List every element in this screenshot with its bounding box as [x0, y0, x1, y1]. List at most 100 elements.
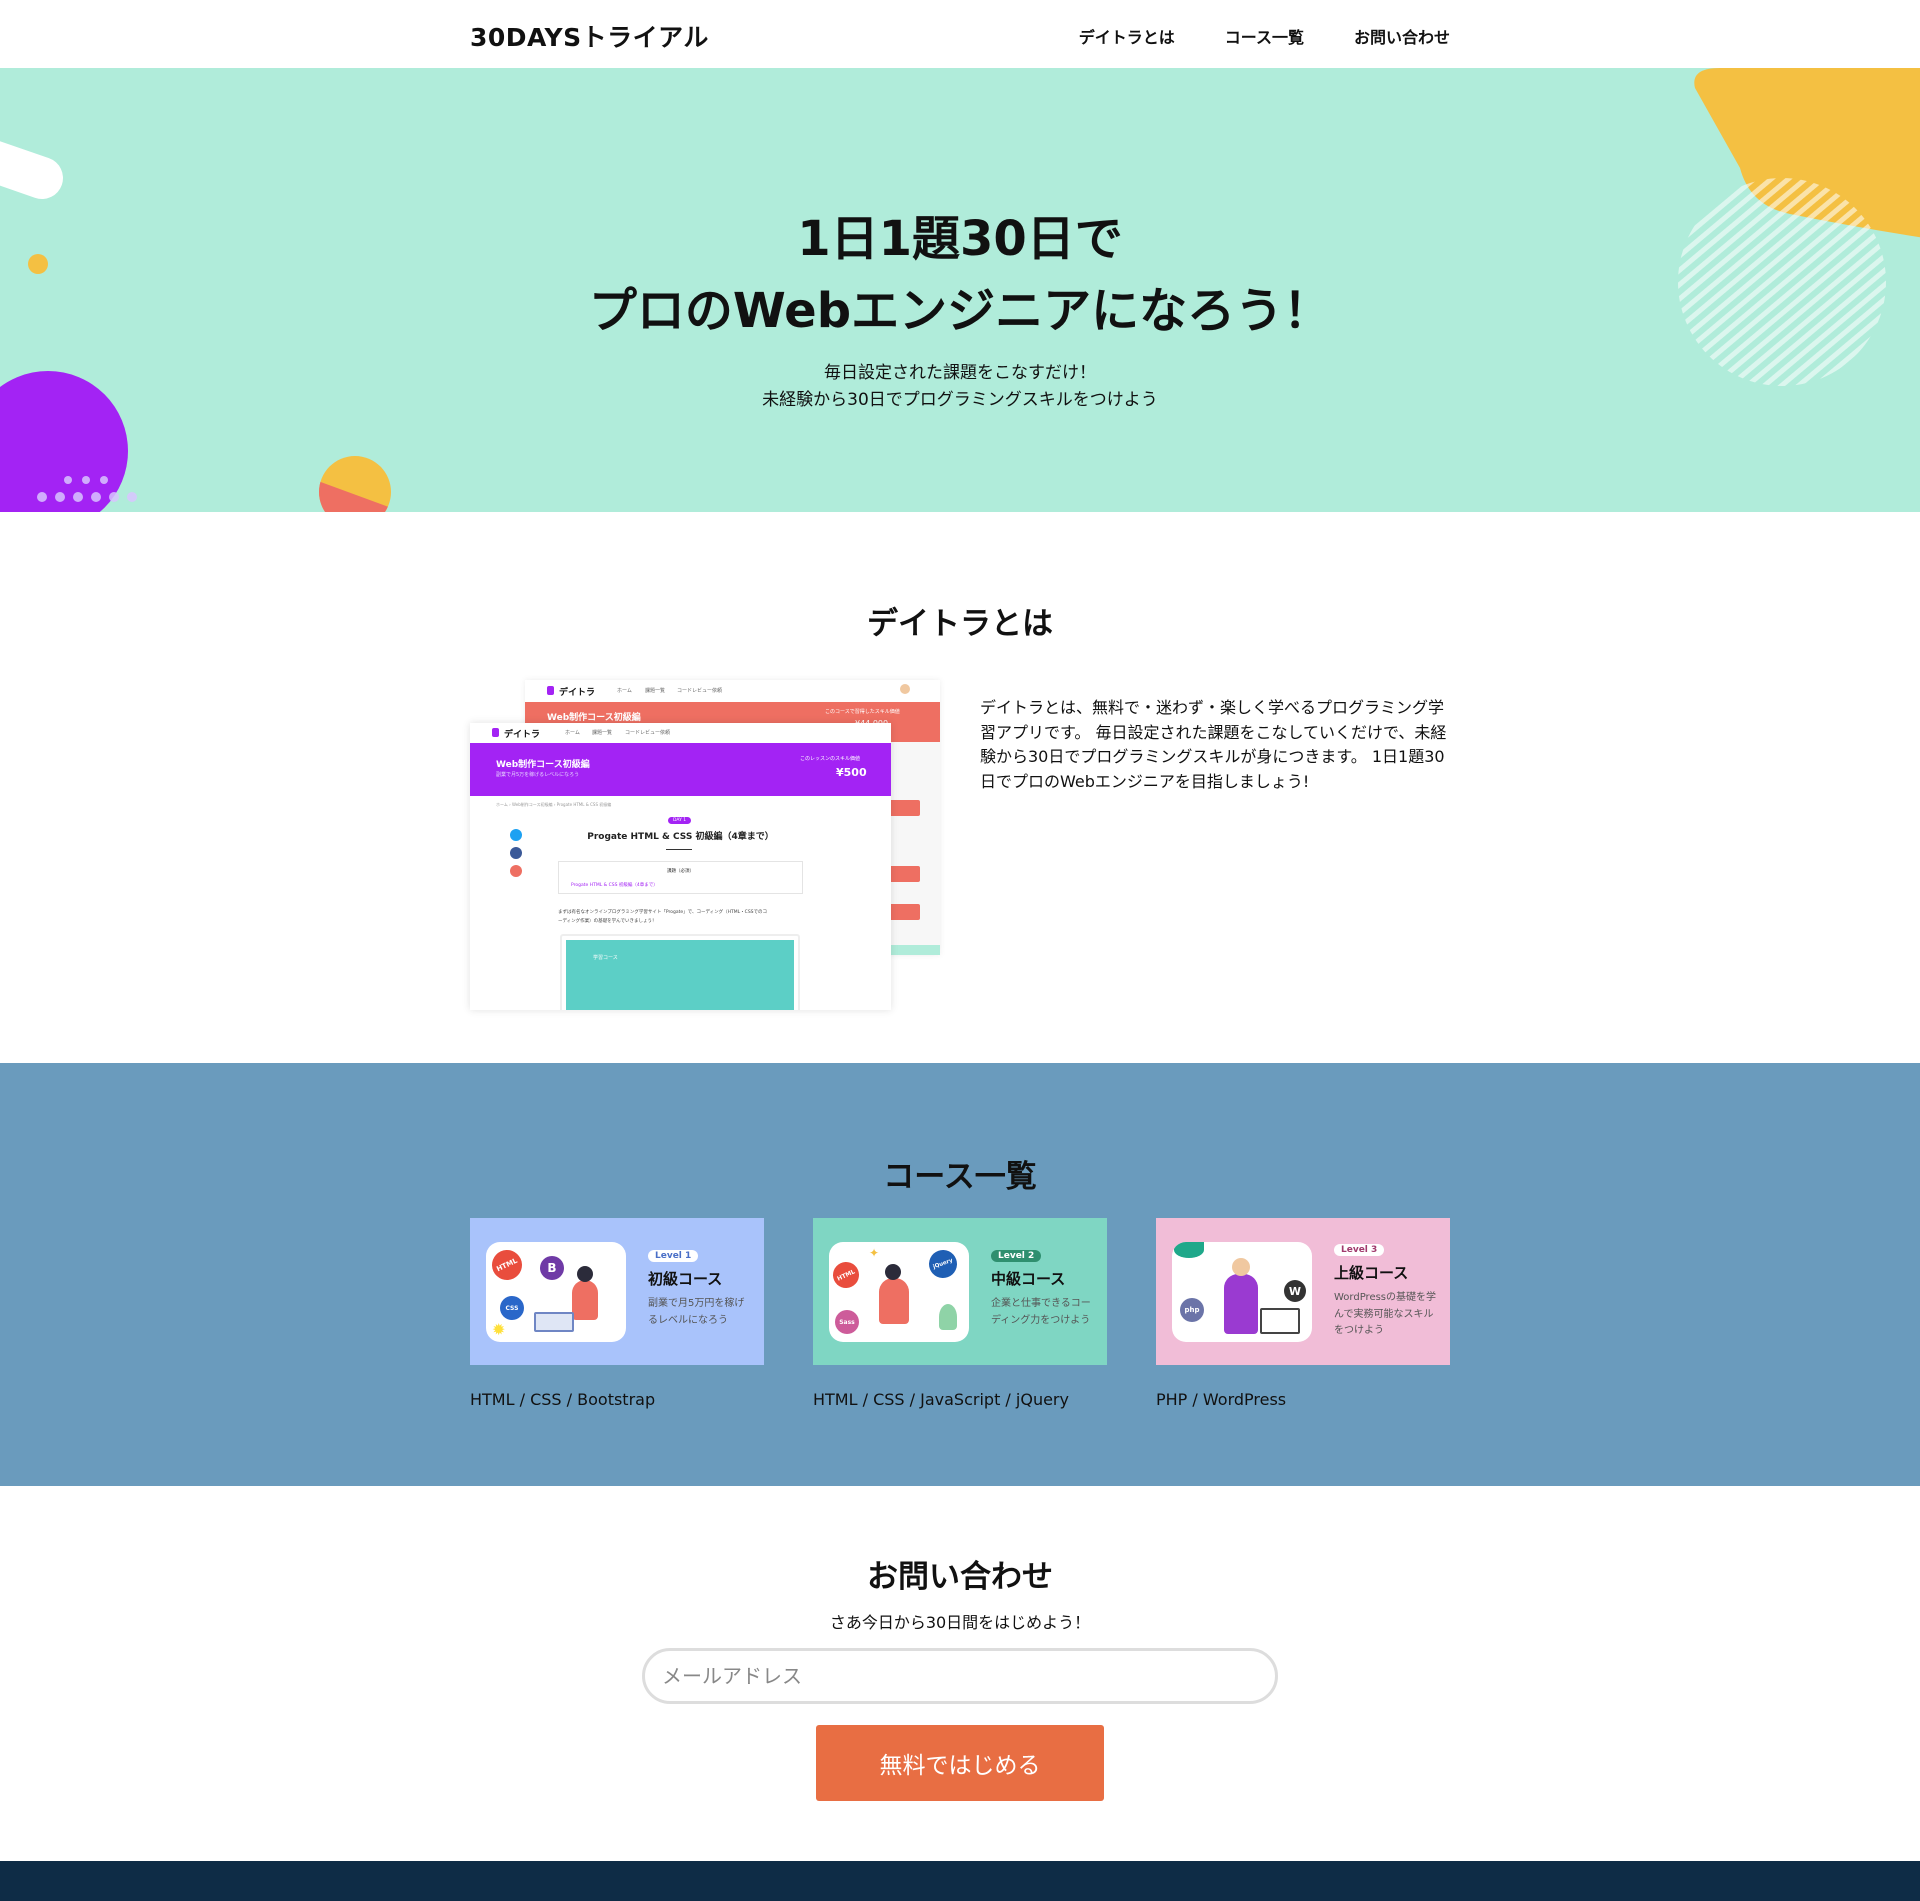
contact-section: お問い合わせ さあ今日から30日間をはじめよう！ 無料ではじめる [0, 1486, 1920, 1861]
front-task-box-title: 課題（必須） [667, 869, 694, 874]
hero-title: 1日1題30日で プロのWebエンジニアになろう！ [0, 203, 1920, 347]
hero-half-circle [319, 456, 391, 512]
course-level-badge: Level 2 [991, 1250, 1042, 1262]
front-nav-3: コードレビュー依頼 [625, 730, 671, 736]
email-input[interactable] [642, 1648, 1278, 1704]
course-description: 副業で月5万円を稼げるレベルになろう [648, 1298, 745, 1326]
main-nav: デイトラとは コース一覧 お問い合わせ [1079, 24, 1450, 48]
about-description: デイトラとは、無料で・迷わず・楽しく学べるプログラミング学習アプリです。 毎日設… [980, 698, 1447, 791]
html-badge-icon: HTML [829, 1257, 864, 1293]
person-head-icon [885, 1264, 901, 1280]
nav-link-courses[interactable]: コース一覧 [1225, 24, 1304, 48]
course-tags: HTML / CSS / JavaScript / jQuery [813, 1390, 1069, 1409]
browser-window-icon [1260, 1308, 1300, 1334]
site-logo[interactable]: 30DAYSトライアル [470, 18, 709, 54]
contact-title: お問い合わせ [867, 1559, 1053, 1595]
person-head-icon [577, 1266, 593, 1282]
front-brand: デイトラ [504, 730, 541, 740]
jquery-badge-icon: jQuery [925, 1246, 961, 1282]
nav-link-about[interactable]: デイトラとは [1079, 24, 1175, 48]
course-illustration: php W [1172, 1242, 1312, 1342]
html-badge-icon: HTML [487, 1245, 527, 1285]
back-brand: デイトラ [559, 688, 596, 698]
front-breadcrumb: ホーム › Web制作コース初級編 › Progate HTML & CSS 初… [496, 802, 612, 807]
front-course-right: このレッスンのスキル価値 [800, 756, 861, 762]
front-course-price: ¥500 [836, 766, 867, 779]
php-badge-icon: php [1180, 1298, 1204, 1322]
nav-link-contact[interactable]: お問い合わせ [1354, 24, 1450, 48]
plant-icon [939, 1304, 957, 1330]
person-head-icon [1232, 1258, 1250, 1276]
front-nav-1: ホーム [565, 730, 580, 736]
hero-title-line-2: プロのWebエンジニアになろう！ [588, 283, 1332, 339]
link-icon[interactable] [510, 865, 522, 877]
course-item-advanced[interactable]: php W Level 3 上級コース WordPressの基礎を学んで実務可能… [1156, 1218, 1450, 1409]
star-icon: ✹ [492, 1320, 506, 1339]
front-course-sub: 副業で月5万を稼げるレベルになろう [496, 772, 580, 778]
person-icon [1224, 1274, 1258, 1334]
front-course-title: Web制作コース初級編 [496, 760, 590, 770]
sparkle-icon: ✦ [869, 1246, 880, 1260]
front-lesson-text-1: まずは有名なオンラインプログラミング学習サイト「Progate」で、コーディング… [558, 910, 768, 915]
front-inner-card-label: 学習コース [593, 955, 618, 961]
hero-subtitle: 毎日設定された課題をこなすだけ！ 未経験から30日でプログラミングスキルをつけよ… [0, 360, 1920, 414]
hero-title-line-1: 1日1題30日で [797, 211, 1123, 267]
course-description: WordPressの基礎を学んで実務可能なスキルをつけよう [1334, 1292, 1437, 1336]
front-lesson-title: Progate HTML & CSS 初級編（4章まで） [587, 832, 774, 842]
front-nav-2: 課題一覧 [592, 730, 613, 736]
person-icon [572, 1280, 598, 1320]
back-avatar [900, 684, 910, 694]
wordpress-badge-icon: W [1284, 1280, 1306, 1302]
site-footer [0, 1861, 1920, 1901]
app-screenshot: デイトラ ホーム 課題一覧 コードレビュー依頼 Web制作コース初級編 このコー… [470, 680, 940, 1010]
course-card[interactable]: HTML jQuery Sass ✦ Level 2 中級コース 企業と仕事でき… [813, 1218, 1107, 1365]
laptop-icon [534, 1312, 574, 1332]
course-name: 初級コース [648, 1270, 723, 1288]
course-illustration: HTML B CSS ✹ [486, 1242, 626, 1342]
back-footer-strip [890, 945, 940, 955]
hero-subtitle-line-2: 未経験から30日でプログラミングスキルをつけよう [762, 390, 1158, 410]
course-description: 企業と仕事できるコーディング力をつけよう [991, 1298, 1091, 1326]
course-card[interactable]: php W Level 3 上級コース WordPressの基礎を学んで実務可能… [1156, 1218, 1450, 1365]
back-course-right: このコースで習得したスキル価値 [825, 709, 900, 715]
screenshot-front-window: デイトラ ホーム 課題一覧 コードレビュー依頼 Web制作コース初級編 副業で月… [470, 723, 891, 1010]
front-lesson-text-2: ーディング作業）の基礎を学んでいきましょう！ [558, 919, 657, 924]
back-nav-2: 課題一覧 [645, 688, 666, 694]
sass-badge-icon: Sass [835, 1310, 859, 1334]
twitter-icon[interactable] [510, 829, 522, 841]
person-icon [879, 1278, 909, 1324]
front-logo-icon [492, 728, 499, 737]
course-level-badge: Level 3 [1334, 1244, 1385, 1256]
about-section: デイトラとは デイトラ ホーム 課題一覧 コードレビュー依頼 Web制作コース初… [0, 512, 1920, 1063]
course-level-badge: Level 1 [648, 1250, 699, 1262]
about-title: デイトラとは [867, 606, 1053, 642]
course-item-intermediate[interactable]: HTML jQuery Sass ✦ Level 2 中級コース 企業と仕事でき… [813, 1218, 1107, 1409]
css-badge-icon: CSS [500, 1296, 524, 1320]
course-name: 上級コース [1334, 1264, 1409, 1282]
course-tags: PHP / WordPress [1156, 1390, 1287, 1409]
courses-title: コース一覧 [883, 1159, 1037, 1195]
course-tags: HTML / CSS / Bootstrap [470, 1390, 656, 1409]
hero-subtitle-line-1: 毎日設定された課題をこなすだけ！ [824, 363, 1096, 383]
front-inner-card: 学習コース [560, 934, 800, 1010]
front-title-rule [666, 849, 692, 850]
front-task-box: 課題（必須） Progate HTML & CSS 初級編（4章まで） [558, 861, 803, 894]
front-day-badge: DAY 1 [668, 817, 692, 824]
palm-leaf-icon [1174, 1242, 1204, 1258]
back-nav-1: ホーム [617, 688, 632, 694]
hero-white-stroke [0, 141, 63, 199]
bootstrap-badge-icon: B [540, 1256, 564, 1280]
course-card[interactable]: HTML B CSS ✹ Level 1 初級コース 副業で月5万円を稼げるレベ… [470, 1218, 764, 1365]
front-task-box-link[interactable]: Progate HTML & CSS 初級編（4章まで） [571, 882, 658, 888]
courses-section: コース一覧 HTML B CSS ✹ Level 1 初級コース 副業で月5万円… [0, 1063, 1920, 1486]
start-free-button[interactable]: 無料ではじめる [816, 1725, 1104, 1801]
facebook-icon[interactable] [510, 847, 522, 859]
back-course-title: Web制作コース初級編 [547, 713, 641, 723]
contact-subtitle: さあ今日から30日間をはじめよう！ [829, 1613, 1091, 1632]
course-illustration: HTML jQuery Sass ✦ [829, 1242, 969, 1342]
back-logo-icon [547, 686, 554, 695]
back-nav-3: コードレビュー依頼 [677, 688, 723, 694]
site-header: 30DAYSトライアル デイトラとは コース一覧 お問い合わせ [0, 0, 1920, 68]
course-item-beginner[interactable]: HTML B CSS ✹ Level 1 初級コース 副業で月5万円を稼げるレベ… [470, 1218, 764, 1409]
hero-section: 1日1題30日で プロのWebエンジニアになろう！ 毎日設定された課題をこなすだ… [0, 68, 1920, 512]
